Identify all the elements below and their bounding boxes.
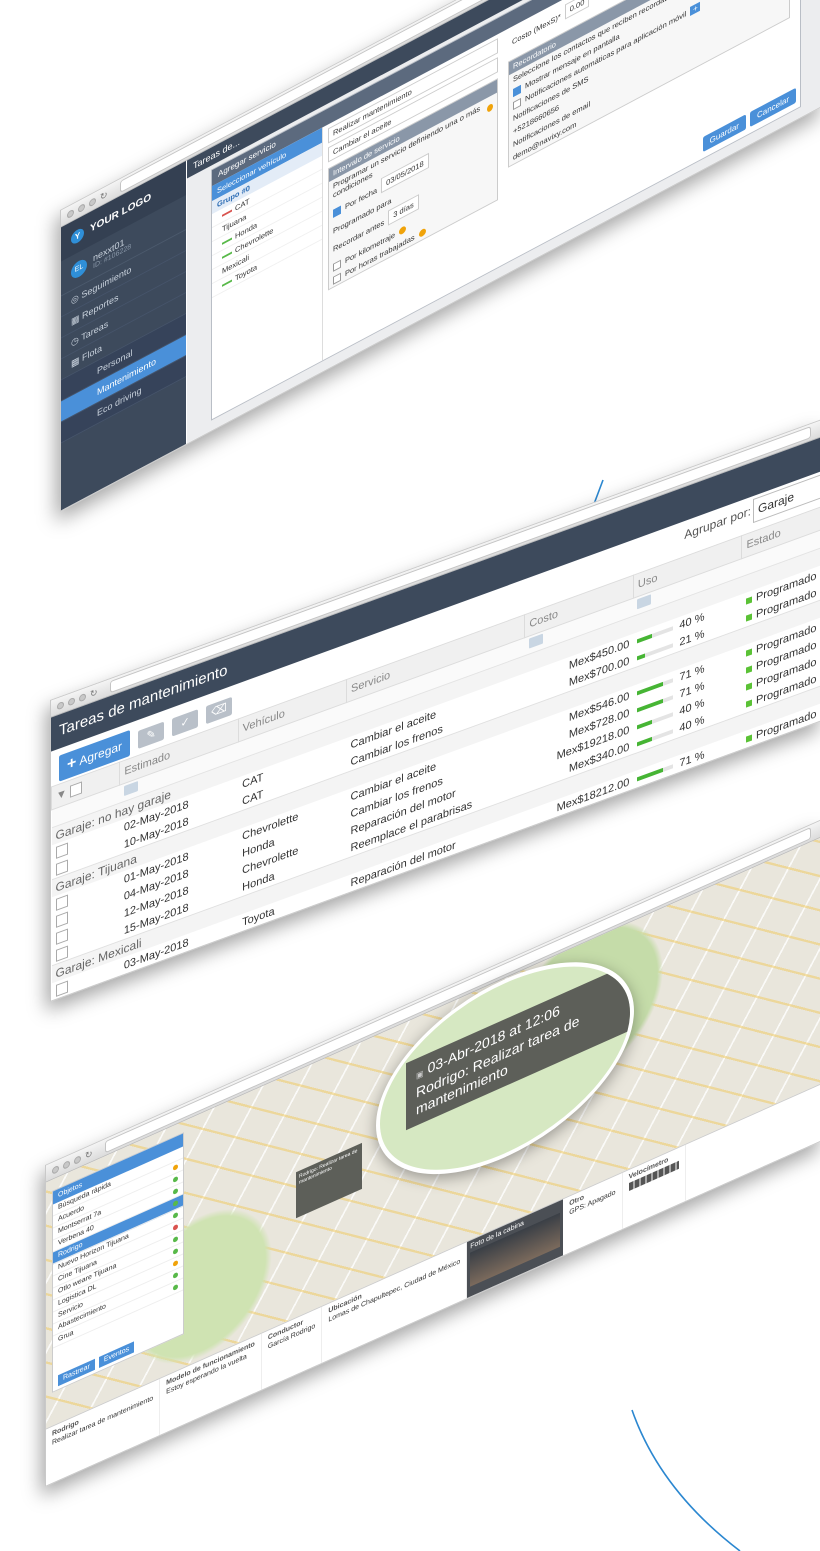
status-dot-icon xyxy=(173,1187,178,1196)
window-close-dot[interactable] xyxy=(57,700,64,710)
save-button[interactable]: Guardar xyxy=(702,114,746,153)
reload-icon[interactable]: ↻ xyxy=(90,686,98,700)
status-dot-icon xyxy=(173,1259,178,1268)
vehicle-color-marker xyxy=(222,237,232,245)
usage-bar-fill xyxy=(637,653,645,660)
status-icon xyxy=(745,682,752,691)
status-dot-icon xyxy=(173,1271,178,1280)
check-icon[interactable]: ✓ xyxy=(172,709,199,737)
window-maximize-dot[interactable] xyxy=(79,692,86,702)
vehicle-color-marker xyxy=(222,209,232,217)
status-dot-icon xyxy=(173,1199,178,1208)
status-dot-icon xyxy=(173,1163,178,1172)
plus-icon: + xyxy=(67,753,77,774)
status-icon xyxy=(745,665,752,674)
help-icon[interactable] xyxy=(487,102,493,113)
connector-line-bottom xyxy=(631,1409,741,1551)
status-icon xyxy=(745,648,752,657)
cost-input[interactable]: 0.00 xyxy=(564,0,590,20)
status-dot-icon xyxy=(173,1175,178,1184)
status-dot-icon xyxy=(173,1283,178,1292)
status-icon xyxy=(745,734,752,743)
window-minimize-dot[interactable] xyxy=(78,202,85,213)
cost-filter-icon[interactable] xyxy=(528,633,543,649)
by-date-checkbox[interactable] xyxy=(333,205,341,218)
vehicle-color-marker xyxy=(222,251,232,259)
usage-bar-fill xyxy=(637,633,652,643)
by-hours-checkbox[interactable] xyxy=(333,272,341,285)
usage-bar-fill xyxy=(637,736,652,746)
select-all-checkbox[interactable] xyxy=(69,781,82,798)
row-checkbox[interactable] xyxy=(55,859,68,876)
status-dot-icon xyxy=(173,1223,178,1232)
status-icon xyxy=(745,699,752,708)
clock-icon: ◷ xyxy=(71,333,79,349)
status-dot-icon xyxy=(173,1235,178,1244)
filter-icon[interactable]: ▼ xyxy=(56,787,67,803)
status-icon xyxy=(745,596,752,605)
help-icon[interactable] xyxy=(418,227,426,239)
status-dot-icon xyxy=(173,1247,178,1256)
date-filter-icon[interactable] xyxy=(123,781,138,797)
trash-icon[interactable]: ⌫ xyxy=(206,696,233,725)
window-close-dot[interactable] xyxy=(52,1164,59,1175)
avatar: EL xyxy=(71,256,87,282)
usage-filter-icon[interactable] xyxy=(637,594,652,610)
window-maximize-dot[interactable] xyxy=(74,1154,81,1165)
status-icon xyxy=(745,613,752,622)
logo-icon: Y xyxy=(71,225,84,246)
vehicle-color-marker xyxy=(222,279,232,287)
car-icon: ▩ xyxy=(71,354,80,370)
edit-icon[interactable]: ✎ xyxy=(138,721,165,749)
reload-icon[interactable]: ↻ xyxy=(100,188,108,203)
event-icon: ▣ xyxy=(416,1068,424,1081)
target-icon: ◎ xyxy=(71,291,79,307)
row-checkbox[interactable] xyxy=(55,945,68,962)
status-dot-icon xyxy=(173,1211,178,1220)
window-minimize-dot[interactable] xyxy=(68,696,75,706)
report-icon: ▦ xyxy=(71,312,80,328)
window-maximize-dot[interactable] xyxy=(89,196,96,208)
usage-bar-fill xyxy=(637,719,652,729)
reload-icon[interactable]: ↻ xyxy=(85,1147,93,1161)
window-minimize-dot[interactable] xyxy=(63,1159,70,1170)
cost-and-reminders: Costo (MexS)* 0.00 Recordatorio Seleccion… xyxy=(508,0,790,168)
cancel-button[interactable]: Cancelar xyxy=(749,87,796,128)
window-close-dot[interactable] xyxy=(67,208,74,219)
